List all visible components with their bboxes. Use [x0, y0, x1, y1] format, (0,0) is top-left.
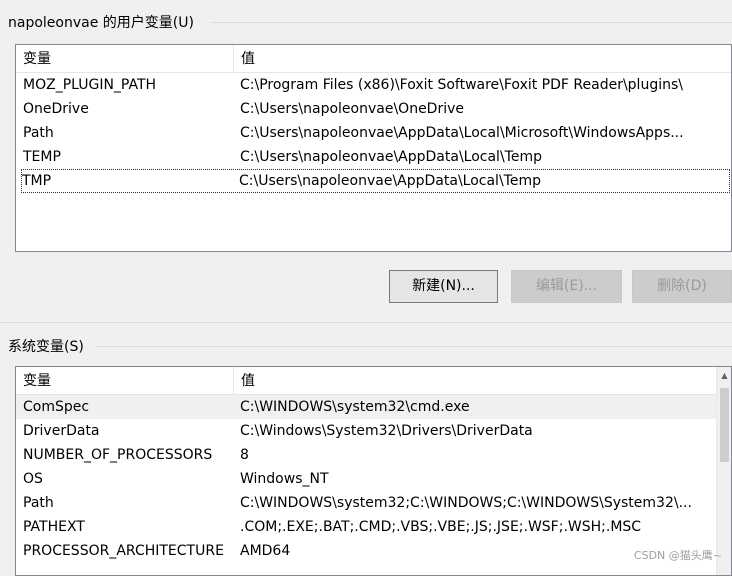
- system-variables-list[interactable]: 变量 值 ComSpec C:\WINDOWS\system32\cmd.exe…: [15, 366, 732, 576]
- variable-value: C:\Program Files (x86)\Foxit Software\Fo…: [240, 77, 683, 93]
- vertical-scrollbar[interactable]: ▲: [716, 367, 731, 575]
- group-divider: [96, 346, 732, 347]
- table-row[interactable]: PATHEXT .COM;.EXE;.BAT;.CMD;.VBS;.VBE;.J…: [16, 515, 731, 539]
- table-row[interactable]: DriverData C:\Windows\System32\Drivers\D…: [16, 419, 731, 443]
- table-row[interactable]: Path C:\WINDOWS\system32;C:\WINDOWS;C:\W…: [16, 491, 731, 515]
- new-variable-button[interactable]: 新建(N)...: [389, 270, 498, 303]
- variable-name: MOZ_PLUGIN_PATH: [23, 77, 157, 93]
- variable-value: C:\Windows\System32\Drivers\DriverData: [240, 423, 533, 439]
- table-row[interactable]: OS Windows_NT: [16, 467, 731, 491]
- edit-variable-button[interactable]: 编辑(E)...: [511, 270, 622, 303]
- variable-name: Path: [23, 125, 54, 141]
- table-row[interactable]: MOZ_PLUGIN_PATH C:\Program Files (x86)\F…: [16, 73, 731, 97]
- variable-value: C:\Users\napoleonvae\AppData\Local\Temp: [240, 149, 542, 165]
- table-row[interactable]: ComSpec C:\WINDOWS\system32\cmd.exe: [16, 395, 731, 419]
- variable-value: .COM;.EXE;.BAT;.CMD;.VBS;.VBE;.JS;.JSE;.…: [240, 519, 642, 535]
- delete-variable-button[interactable]: 删除(D): [632, 270, 732, 303]
- column-header-value[interactable]: 值: [234, 367, 255, 395]
- variable-name: OneDrive: [23, 101, 89, 117]
- system-variables-title: 系统变量(S): [8, 339, 84, 355]
- column-header-variable[interactable]: 变量: [16, 367, 51, 395]
- variable-value: C:\WINDOWS\system32\cmd.exe: [240, 399, 470, 415]
- column-header-value[interactable]: 值: [234, 45, 255, 73]
- variable-name: PROCESSOR_ARCHITECTURE: [23, 543, 224, 559]
- scroll-up-arrow-icon[interactable]: ▲: [717, 367, 731, 384]
- variable-value: AMD64: [240, 543, 291, 559]
- group-divider: [210, 22, 732, 23]
- watermark: CSDN @猫头鹰~: [633, 549, 722, 562]
- variable-name: ComSpec: [23, 399, 90, 415]
- variable-name: OS: [23, 471, 43, 487]
- variable-value: C:\Users\napoleonvae\AppData\Local\Temp: [239, 173, 541, 189]
- variable-value: C:\Users\napoleonvae\AppData\Local\Micro…: [240, 125, 684, 141]
- table-row[interactable]: Path C:\Users\napoleonvae\AppData\Local\…: [16, 121, 731, 145]
- column-header-variable[interactable]: 变量: [16, 45, 51, 73]
- variable-value: C:\WINDOWS\system32;C:\WINDOWS;C:\WINDOW…: [240, 495, 692, 511]
- variable-name: Path: [23, 495, 54, 511]
- variable-name: NUMBER_OF_PROCESSORS: [23, 447, 213, 463]
- list-header: 变量 值: [16, 367, 731, 395]
- table-row[interactable]: OneDrive C:\Users\napoleonvae\OneDrive: [16, 97, 731, 121]
- variable-name: DriverData: [23, 423, 100, 439]
- variable-name: TMP: [22, 173, 52, 189]
- variable-name: TEMP: [23, 149, 61, 165]
- scroll-thumb[interactable]: [720, 388, 729, 462]
- table-row-selected[interactable]: TMP C:\Users\napoleonvae\AppData\Local\T…: [21, 169, 730, 193]
- variable-value: C:\Users\napoleonvae\OneDrive: [240, 101, 464, 117]
- variable-value: 8: [240, 447, 249, 463]
- user-variables-list[interactable]: 变量 值 MOZ_PLUGIN_PATH C:\Program Files (x…: [15, 44, 732, 252]
- table-row[interactable]: NUMBER_OF_PROCESSORS 8: [16, 443, 731, 467]
- variable-name: PATHEXT: [23, 519, 85, 535]
- user-variables-title: napoleonvae 的用户变量(U): [8, 15, 194, 31]
- table-row[interactable]: TEMP C:\Users\napoleonvae\AppData\Local\…: [16, 145, 731, 169]
- table-row[interactable]: PROCESSOR_ARCHITECTURE AMD64: [16, 539, 731, 563]
- list-header: 变量 值: [16, 45, 731, 73]
- variable-value: Windows_NT: [240, 471, 329, 487]
- section-divider: [0, 322, 732, 323]
